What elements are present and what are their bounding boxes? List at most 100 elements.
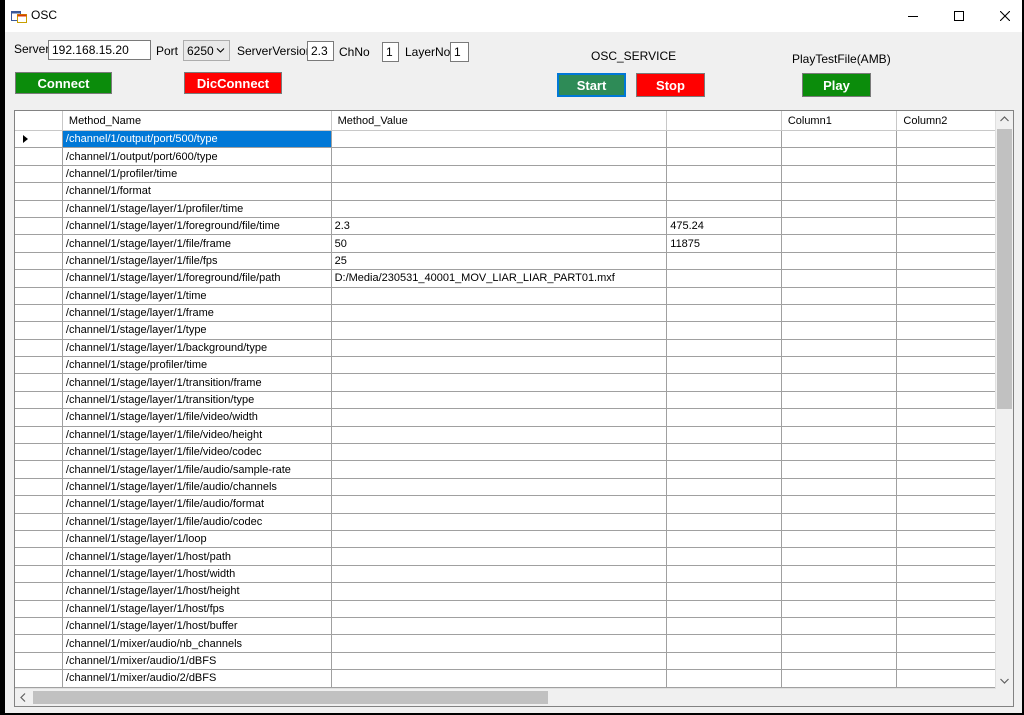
row-header[interactable]: [15, 443, 63, 462]
column1-cell[interactable]: [781, 634, 898, 653]
chno-input[interactable]: [382, 42, 399, 62]
method-value-cell[interactable]: [331, 165, 668, 184]
method-value-cell[interactable]: [331, 530, 668, 549]
column1-cell[interactable]: [781, 165, 898, 184]
row-header[interactable]: [15, 513, 63, 531]
table-row[interactable]: /channel/1/format: [15, 182, 1013, 201]
method-value-cell[interactable]: [331, 565, 668, 584]
method-name-cell[interactable]: /channel/1/stage/layer/1/host/fps: [62, 600, 332, 618]
row-header[interactable]: [15, 217, 63, 236]
data-grid[interactable]: Method_Name Method_Value Column1 Column2…: [14, 110, 1014, 707]
column1-cell[interactable]: [781, 130, 898, 149]
start-button[interactable]: Start: [557, 73, 626, 97]
column-header-method-name[interactable]: Method_Name: [62, 111, 332, 131]
row-header[interactable]: [15, 165, 63, 184]
extra-value-cell[interactable]: [666, 547, 782, 566]
table-row[interactable]: /channel/1/stage/layer/1/file/audio/samp…: [15, 460, 1013, 479]
row-header[interactable]: [15, 478, 63, 497]
row-header[interactable]: [15, 182, 63, 201]
method-name-cell[interactable]: /channel/1/stage/layer/1/file/audio/code…: [62, 513, 332, 531]
table-row[interactable]: /channel/1/output/port/500/type: [15, 130, 1013, 149]
method-name-cell[interactable]: /channel/1/output/port/500/type: [62, 130, 332, 149]
method-name-cell[interactable]: /channel/1/format: [62, 182, 332, 201]
row-header[interactable]: [15, 530, 63, 549]
scroll-left-icon[interactable]: [20, 693, 26, 702]
method-name-cell[interactable]: /channel/1/output/port/600/type: [62, 147, 332, 166]
row-header[interactable]: [15, 634, 63, 653]
column1-cell[interactable]: [781, 669, 898, 688]
row-header[interactable]: [15, 252, 63, 271]
method-name-cell[interactable]: /channel/1/stage/layer/1/file/audio/samp…: [62, 460, 332, 479]
extra-value-cell[interactable]: [666, 669, 782, 688]
method-value-cell[interactable]: [331, 147, 668, 166]
row-header[interactable]: [15, 669, 63, 688]
scroll-up-icon[interactable]: [1000, 116, 1009, 122]
table-row[interactable]: /channel/1/stage/layer/1/file/audio/chan…: [15, 478, 1013, 497]
column1-cell[interactable]: [781, 269, 898, 288]
extra-value-cell[interactable]: [666, 617, 782, 636]
method-value-cell[interactable]: [331, 495, 668, 514]
method-name-cell[interactable]: /channel/1/stage/layer/1/background/type: [62, 339, 332, 358]
method-value-cell[interactable]: [331, 339, 668, 358]
method-value-cell[interactable]: [331, 617, 668, 636]
table-row[interactable]: /channel/1/stage/layer/1/type: [15, 321, 1013, 340]
column1-cell[interactable]: [781, 321, 898, 340]
extra-value-cell[interactable]: [666, 182, 782, 201]
row-header[interactable]: [15, 617, 63, 636]
method-value-cell[interactable]: [331, 443, 668, 462]
table-row[interactable]: /channel/1/stage/profiler/time: [15, 356, 1013, 375]
row-header[interactable]: [15, 130, 63, 149]
column1-cell[interactable]: [781, 200, 898, 218]
method-name-cell[interactable]: /channel/1/stage/layer/1/host/path: [62, 547, 332, 566]
method-name-cell[interactable]: /channel/1/mixer/audio/nb_channels: [62, 634, 332, 653]
extra-value-cell[interactable]: [666, 634, 782, 653]
method-name-cell[interactable]: /channel/1/stage/layer/1/file/audio/chan…: [62, 478, 332, 497]
row-header[interactable]: [15, 304, 63, 323]
extra-value-cell[interactable]: [666, 339, 782, 358]
table-row[interactable]: /channel/1/stage/layer/1/profiler/time: [15, 200, 1013, 218]
method-name-cell[interactable]: /channel/1/stage/layer/1/file/fps: [62, 252, 332, 271]
column-header-method-value[interactable]: Method_Value: [331, 111, 668, 131]
column1-cell[interactable]: [781, 582, 898, 601]
method-value-cell[interactable]: [331, 182, 668, 201]
vertical-scroll-thumb[interactable]: [997, 129, 1012, 409]
horizontal-scroll-thumb[interactable]: [33, 691, 548, 704]
row-header[interactable]: [15, 200, 63, 218]
method-value-cell[interactable]: [331, 652, 668, 671]
method-name-cell[interactable]: /channel/1/stage/layer/1/loop: [62, 530, 332, 549]
column1-cell[interactable]: [781, 443, 898, 462]
method-name-cell[interactable]: /channel/1/mixer/audio/1/dBFS: [62, 652, 332, 671]
table-row[interactable]: /channel/1/stage/layer/1/host/path: [15, 547, 1013, 566]
method-name-cell[interactable]: /channel/1/stage/layer/1/foreground/file…: [62, 269, 332, 288]
method-value-cell[interactable]: [331, 634, 668, 653]
extra-value-cell[interactable]: [666, 652, 782, 671]
row-header-corner[interactable]: [15, 111, 63, 131]
column1-cell[interactable]: [781, 234, 898, 253]
row-header[interactable]: [15, 339, 63, 358]
column1-cell[interactable]: [781, 600, 898, 618]
extra-value-cell[interactable]: [666, 478, 782, 497]
close-button[interactable]: [982, 0, 1022, 32]
row-header[interactable]: [15, 408, 63, 427]
maximize-button[interactable]: [936, 0, 982, 32]
table-row[interactable]: /channel/1/stage/layer/1/file/fps 25: [15, 252, 1013, 271]
row-header[interactable]: [15, 426, 63, 445]
column1-cell[interactable]: [781, 460, 898, 479]
extra-value-cell[interactable]: 475.24: [666, 217, 782, 236]
method-name-cell[interactable]: /channel/1/stage/layer/1/file/video/widt…: [62, 408, 332, 427]
extra-value-cell[interactable]: [666, 147, 782, 166]
column1-cell[interactable]: [781, 339, 898, 358]
method-value-cell[interactable]: [331, 600, 668, 618]
method-value-cell[interactable]: 25: [331, 252, 668, 271]
table-row[interactable]: /channel/1/profiler/time: [15, 165, 1013, 184]
table-row[interactable]: /channel/1/stage/layer/1/foreground/file…: [15, 269, 1013, 288]
port-dropdown[interactable]: 6250: [183, 40, 230, 61]
method-value-cell[interactable]: [331, 200, 668, 218]
method-name-cell[interactable]: /channel/1/stage/layer/1/foreground/file…: [62, 217, 332, 236]
extra-value-cell[interactable]: [666, 200, 782, 218]
minimize-button[interactable]: [890, 0, 936, 32]
connect-button[interactable]: Connect: [15, 72, 112, 94]
method-name-cell[interactable]: /channel/1/stage/layer/1/time: [62, 287, 332, 305]
column1-cell[interactable]: [781, 513, 898, 531]
extra-value-cell[interactable]: [666, 582, 782, 601]
